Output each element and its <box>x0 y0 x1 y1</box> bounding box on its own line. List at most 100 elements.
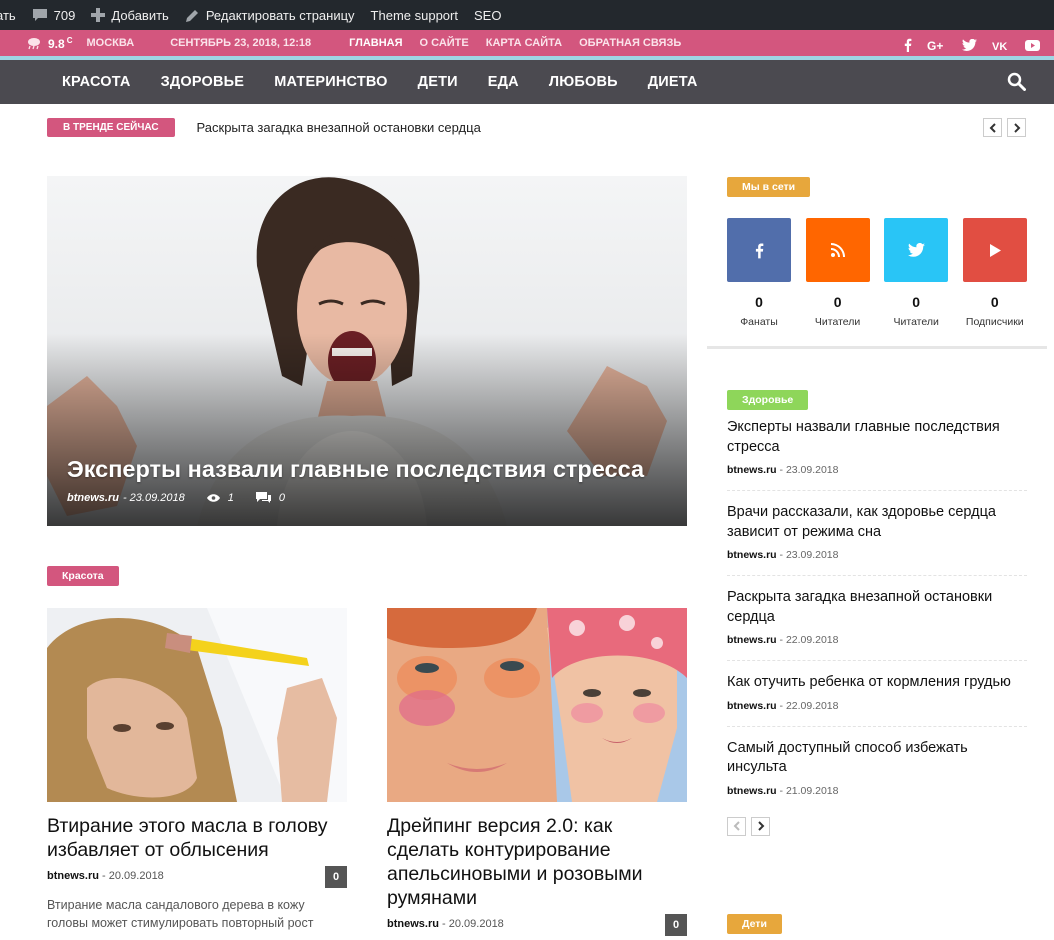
svg-text:vk: vk <box>992 41 1007 51</box>
trending-label: В ТРЕНДЕ СЕЙЧАС <box>47 117 175 137</box>
social-counter-facebook[interactable]: 0 Фанаты <box>727 218 791 328</box>
admin-cut-item[interactable]: ать <box>0 0 24 30</box>
plus-icon <box>91 8 106 22</box>
category-badge-kids[interactable]: Дети <box>727 914 782 934</box>
top-social-icons: G+ vk <box>889 30 1040 60</box>
social-count: 0 <box>912 294 921 310</box>
article-title[interactable]: Дрейпинг версия 2.0: как сделать контури… <box>387 814 687 910</box>
weather-cloud-icon <box>28 38 40 50</box>
admin-theme-support[interactable]: Theme support <box>363 0 466 30</box>
article-image[interactable] <box>47 608 347 802</box>
nav-item-beauty[interactable]: КРАСОТА <box>62 74 131 90</box>
main-nav: КРАСОТА ЗДОРОВЬЕ МАТЕРИНСТВО ДЕТИ ЕДА ЛЮ… <box>0 60 1054 104</box>
admin-add-new[interactable]: Добавить <box>83 0 176 30</box>
vk-icon[interactable]: vk <box>992 40 1010 51</box>
top-menu-home[interactable]: ГЛАВНАЯ <box>349 37 402 49</box>
news-meta: btnews.ru - 21.09.2018 <box>727 784 839 797</box>
admin-seo-label: SEO <box>473 7 502 23</box>
hero-date: - 23.09.2018 <box>122 492 185 504</box>
facebook-icon[interactable] <box>727 218 791 282</box>
news-title[interactable]: Эксперты назвали главные последствия стр… <box>727 418 1027 457</box>
admin-add-label: Добавить <box>111 7 169 23</box>
admin-comments[interactable]: 709 <box>24 0 84 30</box>
hero-comments: 0 <box>255 492 285 504</box>
top-menu-about[interactable]: О САЙТЕ <box>420 37 469 49</box>
article-card: Дрейпинг версия 2.0: как сделать контури… <box>387 608 687 936</box>
youtube-icon[interactable] <box>1025 39 1040 51</box>
top-bar: 9.8 C МОСКВА СЕНТЯБРЬ 23, 2018, 12:18 ГЛА… <box>0 30 1054 60</box>
prev-arrow-icon[interactable] <box>727 816 746 836</box>
article-author: btnews.ru <box>387 918 439 930</box>
news-author: btnews.ru <box>727 699 777 712</box>
nav-item-diet[interactable]: ДИЕТА <box>648 74 698 90</box>
article-card: Втирание этого масла в голову избавляет … <box>47 608 347 932</box>
category-badge-beauty[interactable]: Красота <box>47 566 119 586</box>
news-title[interactable]: Как отучить ребенка от кормления грудью <box>727 673 1027 693</box>
admin-edit-page[interactable]: Редактировать страницу <box>177 0 363 30</box>
next-arrow-icon[interactable] <box>751 816 770 836</box>
article-title[interactable]: Втирание этого масла в голову избавляет … <box>47 814 347 862</box>
prev-arrow-icon[interactable] <box>983 118 1002 137</box>
trending-arrows <box>978 118 1026 137</box>
social-label: Читатели <box>893 316 939 328</box>
twitter-icon[interactable] <box>884 218 949 282</box>
top-menu-sitemap[interactable]: КАРТА САЙТА <box>486 37 562 49</box>
nav-item-motherhood[interactable]: МАТЕРИНСТВО <box>274 74 387 90</box>
list-item[interactable]: Врачи рассказали, как здоровье сердца за… <box>727 491 1027 576</box>
comment-count-badge[interactable]: 0 <box>665 914 687 936</box>
social-label: Читатели <box>814 316 861 328</box>
social-counter-twitter[interactable]: 0 Читатели <box>884 218 949 328</box>
top-menu-contact[interactable]: ОБРАТНАЯ СВЯЗЬ <box>579 37 681 49</box>
weather-temp: 9.8 <box>48 36 65 51</box>
article-date: 20.09.2018 <box>108 870 164 882</box>
news-date: 22.09.2018 <box>785 699 839 712</box>
list-item[interactable]: Раскрыта загадка внезапной остановки сер… <box>727 576 1027 661</box>
list-item[interactable]: Эксперты назвали главные последствия стр… <box>727 406 1027 491</box>
rss-icon[interactable] <box>805 218 870 282</box>
facebook-icon[interactable] <box>904 38 912 52</box>
nav-item-love[interactable]: ЛЮБОВЬ <box>549 74 618 90</box>
nav-item-health[interactable]: ЗДОРОВЬЕ <box>161 74 245 90</box>
article-date: 20.09.2018 <box>448 918 504 930</box>
social-counter-rss[interactable]: 0 Читатели <box>805 218 870 328</box>
twitter-icon[interactable] <box>962 39 977 51</box>
google-plus-icon[interactable]: G+ <box>927 39 947 52</box>
trending-headline[interactable]: Раскрыта загадка внезапной остановки сер… <box>197 120 481 135</box>
news-meta: btnews.ru - 23.09.2018 <box>727 464 839 476</box>
list-item[interactable]: Как отучить ребенка от кормления грудью … <box>727 661 1027 727</box>
social-count: 0 <box>755 294 763 310</box>
news-author: btnews.ru <box>727 784 777 797</box>
eye-icon <box>206 494 220 502</box>
svg-text:G+: G+ <box>927 39 943 52</box>
admin-seo[interactable]: SEO <box>466 0 509 30</box>
top-menu: ГЛАВНАЯ О САЙТЕ КАРТА САЙТА ОБРАТНАЯ СВЯ… <box>349 37 698 49</box>
admin-theme-label: Theme support <box>370 7 458 23</box>
health-news-list: Эксперты назвали главные последствия стр… <box>727 406 1027 836</box>
article-image[interactable] <box>387 608 687 802</box>
nav-item-food[interactable]: ЕДА <box>488 74 519 90</box>
comment-icon <box>32 9 47 21</box>
search-icon[interactable] <box>1007 72 1026 96</box>
sidebar-pagination <box>722 816 1027 836</box>
comment-count-badge[interactable]: 0 <box>325 866 347 888</box>
list-item[interactable]: Самый доступный способ избежать инсульта… <box>727 727 1027 811</box>
news-author: btnews.ru <box>727 464 777 476</box>
article-meta: btnews.ru - 20.09.2018 0 <box>387 914 687 936</box>
news-title[interactable]: Врачи рассказали, как здоровье сердца за… <box>727 503 1027 542</box>
social-counter-youtube[interactable]: 0 Подписчики <box>962 218 1027 328</box>
nav-item-kids[interactable]: ДЕТИ <box>418 74 458 90</box>
category-badge-health[interactable]: Здоровье <box>727 390 809 410</box>
admin-comments-count: 709 <box>53 7 76 23</box>
social-counters: 0 Фанаты 0 Читатели 0 Читатели 0 Подписч… <box>727 218 1047 328</box>
news-date: 23.09.2018 <box>785 549 839 561</box>
news-title[interactable]: Самый доступный способ избежать инсульта <box>727 739 1027 778</box>
article-excerpt: Втирание масла сандалового дерева в кожу… <box>47 898 314 930</box>
article-author: btnews.ru <box>47 870 99 882</box>
next-arrow-icon[interactable] <box>1007 118 1026 137</box>
hero-article[interactable]: Эксперты назвали главные последствия стр… <box>47 176 687 526</box>
news-title[interactable]: Раскрыта загадка внезапной остановки сер… <box>727 588 1027 627</box>
current-date: СЕНТЯБРЬ 23, 2018, 12:18 <box>170 37 312 49</box>
hero-author: btnews.ru <box>67 492 119 504</box>
news-meta: btnews.ru - 22.09.2018 <box>727 634 839 646</box>
youtube-play-icon[interactable] <box>962 218 1027 282</box>
